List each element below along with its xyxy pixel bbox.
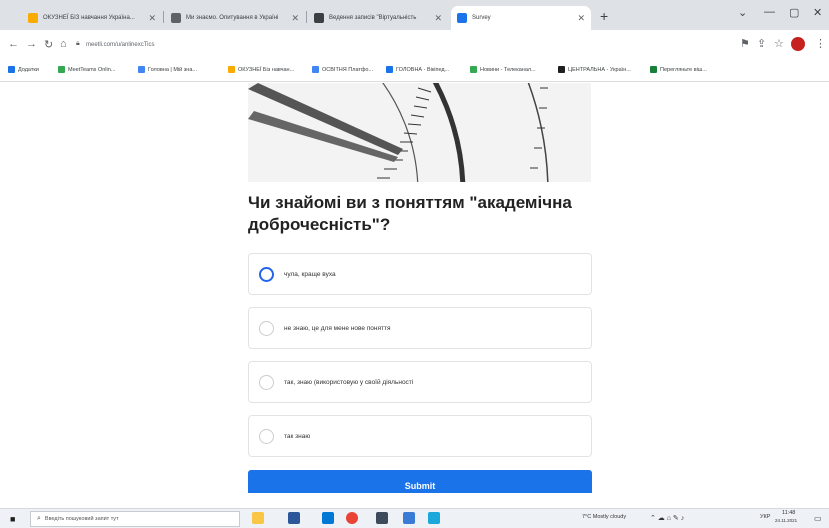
app-icon[interactable]: [428, 512, 440, 524]
answer-option-3[interactable]: так, знаю (використовую у своїй діяльнос…: [248, 361, 592, 403]
translate-icon[interactable]: ⚑: [740, 37, 750, 50]
tab-1[interactable]: ОКУЗНЕЇ БІЗ навчання Україна... ✕: [22, 6, 162, 30]
forward-icon[interactable]: →: [26, 38, 37, 50]
bookmark-item[interactable]: ЦЕНТРАЛЬНА - Україн...: [558, 66, 631, 73]
reload-icon[interactable]: ↻: [44, 38, 53, 51]
bookmark-item[interactable]: Новини - Телеканал...: [470, 66, 536, 73]
tab-favicon-icon: [171, 13, 181, 23]
bookmark-item[interactable]: ОКУЗНЕЇ Біз навчан...: [228, 66, 294, 73]
share-icon[interactable]: ⇪: [757, 37, 766, 50]
answer-option-label: не знаю, це для мене нове поняття: [284, 324, 391, 332]
app-icon[interactable]: [403, 512, 415, 524]
weather-widget[interactable]: 7°C Mostly cloudy: [582, 514, 626, 520]
bookmark-item[interactable]: Додатки: [8, 66, 39, 73]
page-content: Чи знайомі ви з поняттям "академічна доб…: [0, 83, 829, 493]
minimize-button[interactable]: —: [764, 6, 775, 18]
radio-selected-icon[interactable]: [259, 266, 274, 282]
back-icon[interactable]: ←: [8, 38, 19, 50]
clock-date[interactable]: 24.11.2021: [775, 518, 797, 523]
window-close-button[interactable]: ✕: [813, 6, 822, 19]
tab-2[interactable]: Ми знаємо. Опитування в Україні ✕: [165, 6, 305, 30]
tab-favicon-icon: [314, 13, 324, 23]
bookmark-item[interactable]: ОСВІТНЯ Платфо...: [312, 66, 373, 73]
submit-button[interactable]: Submit: [248, 470, 592, 493]
windows-start-icon[interactable]: ■: [10, 514, 15, 524]
radio-icon[interactable]: [259, 374, 274, 390]
bookmark-item[interactable]: ГОЛОВНА - Вікіпед...: [386, 66, 449, 73]
new-tab-button[interactable]: +: [600, 8, 608, 24]
chrome-icon[interactable]: [346, 512, 358, 524]
bookmark-favicon-icon: [138, 66, 145, 73]
tab-title: Ведення записів "Віртуальність: [329, 15, 417, 21]
tab-title: Survey: [472, 15, 491, 21]
browser-tab-strip: ОКУЗНЕЇ БІЗ навчання Україна... ✕ Ми зна…: [0, 0, 829, 30]
answer-option-1[interactable]: чула, краще вуха: [248, 253, 592, 295]
store-icon[interactable]: [376, 512, 388, 524]
answer-option-2[interactable]: не знаю, це для мене нове поняття: [248, 307, 592, 349]
tab-3[interactable]: Ведення записів "Віртуальність ✕: [308, 6, 448, 30]
close-icon[interactable]: ✕: [148, 13, 156, 24]
maximize-button[interactable]: ▢: [789, 6, 799, 19]
word-icon[interactable]: [288, 512, 300, 524]
survey-question: Чи знайомі ви з поняттям "академічна доб…: [248, 193, 572, 234]
radio-icon[interactable]: [259, 320, 274, 336]
answer-option-label: так, знаю (використовую у своїй діяльнос…: [284, 378, 414, 386]
address-bar[interactable]: meetli.com/u/anlinexcTics: [86, 42, 154, 48]
answer-option-4[interactable]: так знаю: [248, 415, 592, 457]
search-icon: ⌕: [37, 515, 41, 522]
lock-icon[interactable]: 🔒︎: [76, 40, 80, 48]
answer-option-label: чула, краще вуха: [284, 270, 336, 278]
close-icon[interactable]: ✕: [434, 13, 442, 24]
bookmark-star-icon[interactable]: ☆: [774, 37, 784, 50]
bookmark-favicon-icon: [58, 66, 65, 73]
tab-4-active[interactable]: Survey ✕: [451, 6, 591, 30]
taskbar-search-placeholder: Введіть пошуковий запит тут: [44, 516, 119, 522]
radio-icon[interactable]: [259, 428, 274, 444]
profile-avatar[interactable]: [791, 37, 805, 51]
answer-option-label: так знаю: [284, 432, 311, 440]
tab-search-icon[interactable]: ⌄: [738, 6, 747, 19]
file-explorer-icon[interactable]: [252, 512, 264, 524]
taskbar-search-input[interactable]: ⌕ Введіть пошуковий запит тут: [30, 511, 240, 527]
apps-icon: [8, 66, 15, 73]
language-indicator[interactable]: УКР: [760, 514, 770, 520]
tab-favicon-icon: [457, 13, 467, 23]
close-icon[interactable]: ✕: [291, 13, 299, 24]
clock-time[interactable]: 11:48: [782, 510, 795, 516]
tab-favicon-icon: [28, 13, 38, 23]
bookmark-favicon-icon: [386, 66, 393, 73]
bookmark-item[interactable]: MeetTeams Onlin...: [58, 66, 115, 73]
hero-gauge-image: [248, 83, 591, 182]
menu-icon[interactable]: ⋮: [815, 37, 826, 50]
bookmark-favicon-icon: [312, 66, 319, 73]
tray-icons[interactable]: ⌃ ☁ ⌂ ✎ ♪: [650, 514, 684, 522]
close-icon[interactable]: ✕: [577, 13, 585, 24]
windows-taskbar: ■ ⌕ Введіть пошуковий запит тут 7°C Most…: [0, 508, 829, 528]
edge-icon[interactable]: [322, 512, 334, 524]
tab-title: Ми знаємо. Опитування в Україні: [186, 15, 279, 21]
bookmark-favicon-icon: [470, 66, 477, 73]
tab-title: ОКУЗНЕЇ БІЗ навчання Україна...: [43, 15, 135, 21]
bookmark-item[interactable]: Головна | Мій зна...: [138, 66, 197, 73]
browser-toolbar: ← → ↻ ⌂ 🔒︎ meetli.com/u/anlinexcTics ⚑ ⇪…: [0, 30, 829, 60]
gauge-illustration: [248, 83, 591, 182]
bookmark-favicon-icon: [228, 66, 235, 73]
bookmarks-bar: Додатки MeetTeams Onlin... Головна | Мій…: [0, 60, 829, 82]
bookmark-item[interactable]: Перегляньте віш...: [650, 66, 707, 73]
bookmark-favicon-icon: [558, 66, 565, 73]
bookmark-favicon-icon: [650, 66, 657, 73]
home-icon[interactable]: ⌂: [60, 38, 67, 50]
notification-icon[interactable]: ▭: [814, 514, 822, 523]
